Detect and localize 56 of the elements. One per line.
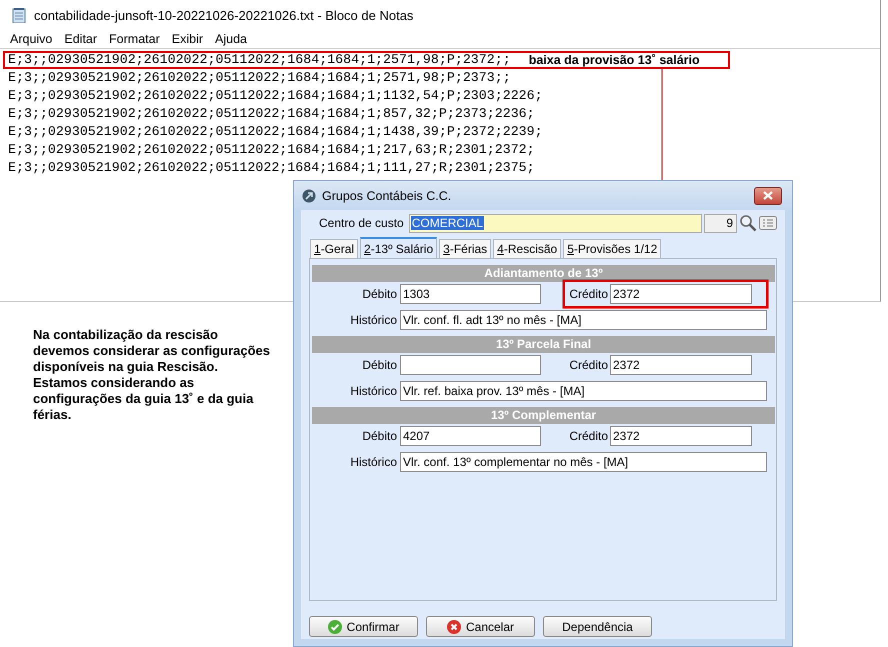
section-header: 13º Complementar: [312, 407, 775, 424]
app-icon: [302, 188, 316, 202]
input-field[interactable]: 2372: [610, 355, 752, 375]
input-field[interactable]: 2372: [610, 284, 752, 304]
input-field[interactable]: Vlr. conf. fl. adt 13º no mês - [MA]: [400, 310, 767, 330]
annotation-text: Na contabilização da rescisão devemos considerar as configurações disponíveis na guia Rescisão. Estamos considerando as configurações da guia 13˚ e da guia férias.: [33, 327, 271, 423]
input-field[interactable]: Vlr. ref. baixa prov. 13º mês - [MA]: [400, 381, 767, 401]
text-line: E;3;;02930521902;26102022;05112022;1684;1684;1;857,32;P;2373;2236;: [8, 106, 535, 122]
tab[interactable]: 2-13º Salário: [360, 237, 438, 258]
field-label: Crédito: [568, 287, 609, 301]
text-line: E;3;;02930521902;26102022;05112022;1684;1684;1;1132,54;P;2303;2226;: [8, 88, 543, 104]
input-field[interactable]: Vlr. conf. 13º complementar no mês - [MA]: [400, 452, 767, 472]
code-field[interactable]: 9: [704, 214, 737, 232]
text-line: E;3;;02930521902;26102022;05112022;1684;1684;1;111,27;R;2301;2375;: [8, 160, 535, 176]
cost-center-field[interactable]: COMERCIAL: [408, 214, 702, 232]
text-line: E;3;;02930521902;26102022;05112022;1684;1684;1;2571,98;P;2373;;: [8, 70, 511, 86]
field-label: Histórico: [349, 384, 398, 398]
field-label: Débito: [361, 358, 398, 372]
check-icon: [328, 620, 342, 634]
text-line: E;3;;02930521902;26102022;05112022;1684;1684;1;2571,98;P;2372;;: [8, 52, 511, 68]
text-line: E;3;;02930521902;26102022;05112022;1684;1684;1;1438,39;P;2372;2239;: [8, 124, 543, 140]
field-label: Crédito: [568, 358, 609, 372]
menu-item[interactable]: Exibir: [166, 30, 210, 48]
window-title: contabilidade-junsoft-10-20221026-20221026.txt - Bloco de Notas: [34, 8, 414, 22]
input-field[interactable]: 1303: [400, 284, 541, 304]
field-label: Débito: [361, 429, 398, 443]
tab[interactable]: 1-Geral: [310, 239, 358, 258]
input-field[interactable]: [400, 355, 541, 375]
menu-item[interactable]: Formatar: [103, 30, 166, 48]
section-header: Adiantamento de 13º: [312, 265, 775, 282]
section-header: 13º Parcela Final: [312, 336, 775, 353]
field-label: Histórico: [349, 455, 398, 469]
tab[interactable]: 3-Férias: [439, 239, 492, 258]
confirm-button[interactable]: Confirmar: [309, 616, 418, 637]
close-icon: [446, 620, 461, 634]
notepad-icon: [12, 7, 26, 23]
tab[interactable]: 5-Provisões 1/12: [563, 239, 662, 258]
tab[interactable]: 4-Rescisão: [493, 239, 562, 258]
menu-item[interactable]: Editar: [58, 30, 104, 48]
search-icon[interactable]: [739, 214, 757, 232]
input-field[interactable]: 4207: [400, 426, 541, 446]
menu-item[interactable]: Arquivo: [4, 30, 58, 48]
annotation-note: baixa da provisão 13˚ salário: [528, 53, 700, 67]
menu-item[interactable]: Ajuda: [209, 30, 253, 48]
dependency-button[interactable]: Dependência: [543, 616, 652, 637]
list-icon[interactable]: [759, 214, 777, 232]
field-label: Histórico: [349, 313, 398, 327]
field-label: Débito: [361, 287, 398, 301]
input-field[interactable]: 2372: [610, 426, 752, 446]
text-line: E;3;;02930521902;26102022;05112022;1684;1684;1;217,63;R;2301;2372;: [8, 142, 535, 158]
dialog-title: Grupos Contábeis C.C.: [322, 188, 452, 202]
field-label: Centro de custo: [319, 216, 404, 230]
close-icon: [763, 191, 773, 200]
cancel-button[interactable]: Cancelar: [426, 616, 535, 637]
close-button[interactable]: [754, 186, 782, 204]
field-label: Crédito: [568, 429, 609, 443]
